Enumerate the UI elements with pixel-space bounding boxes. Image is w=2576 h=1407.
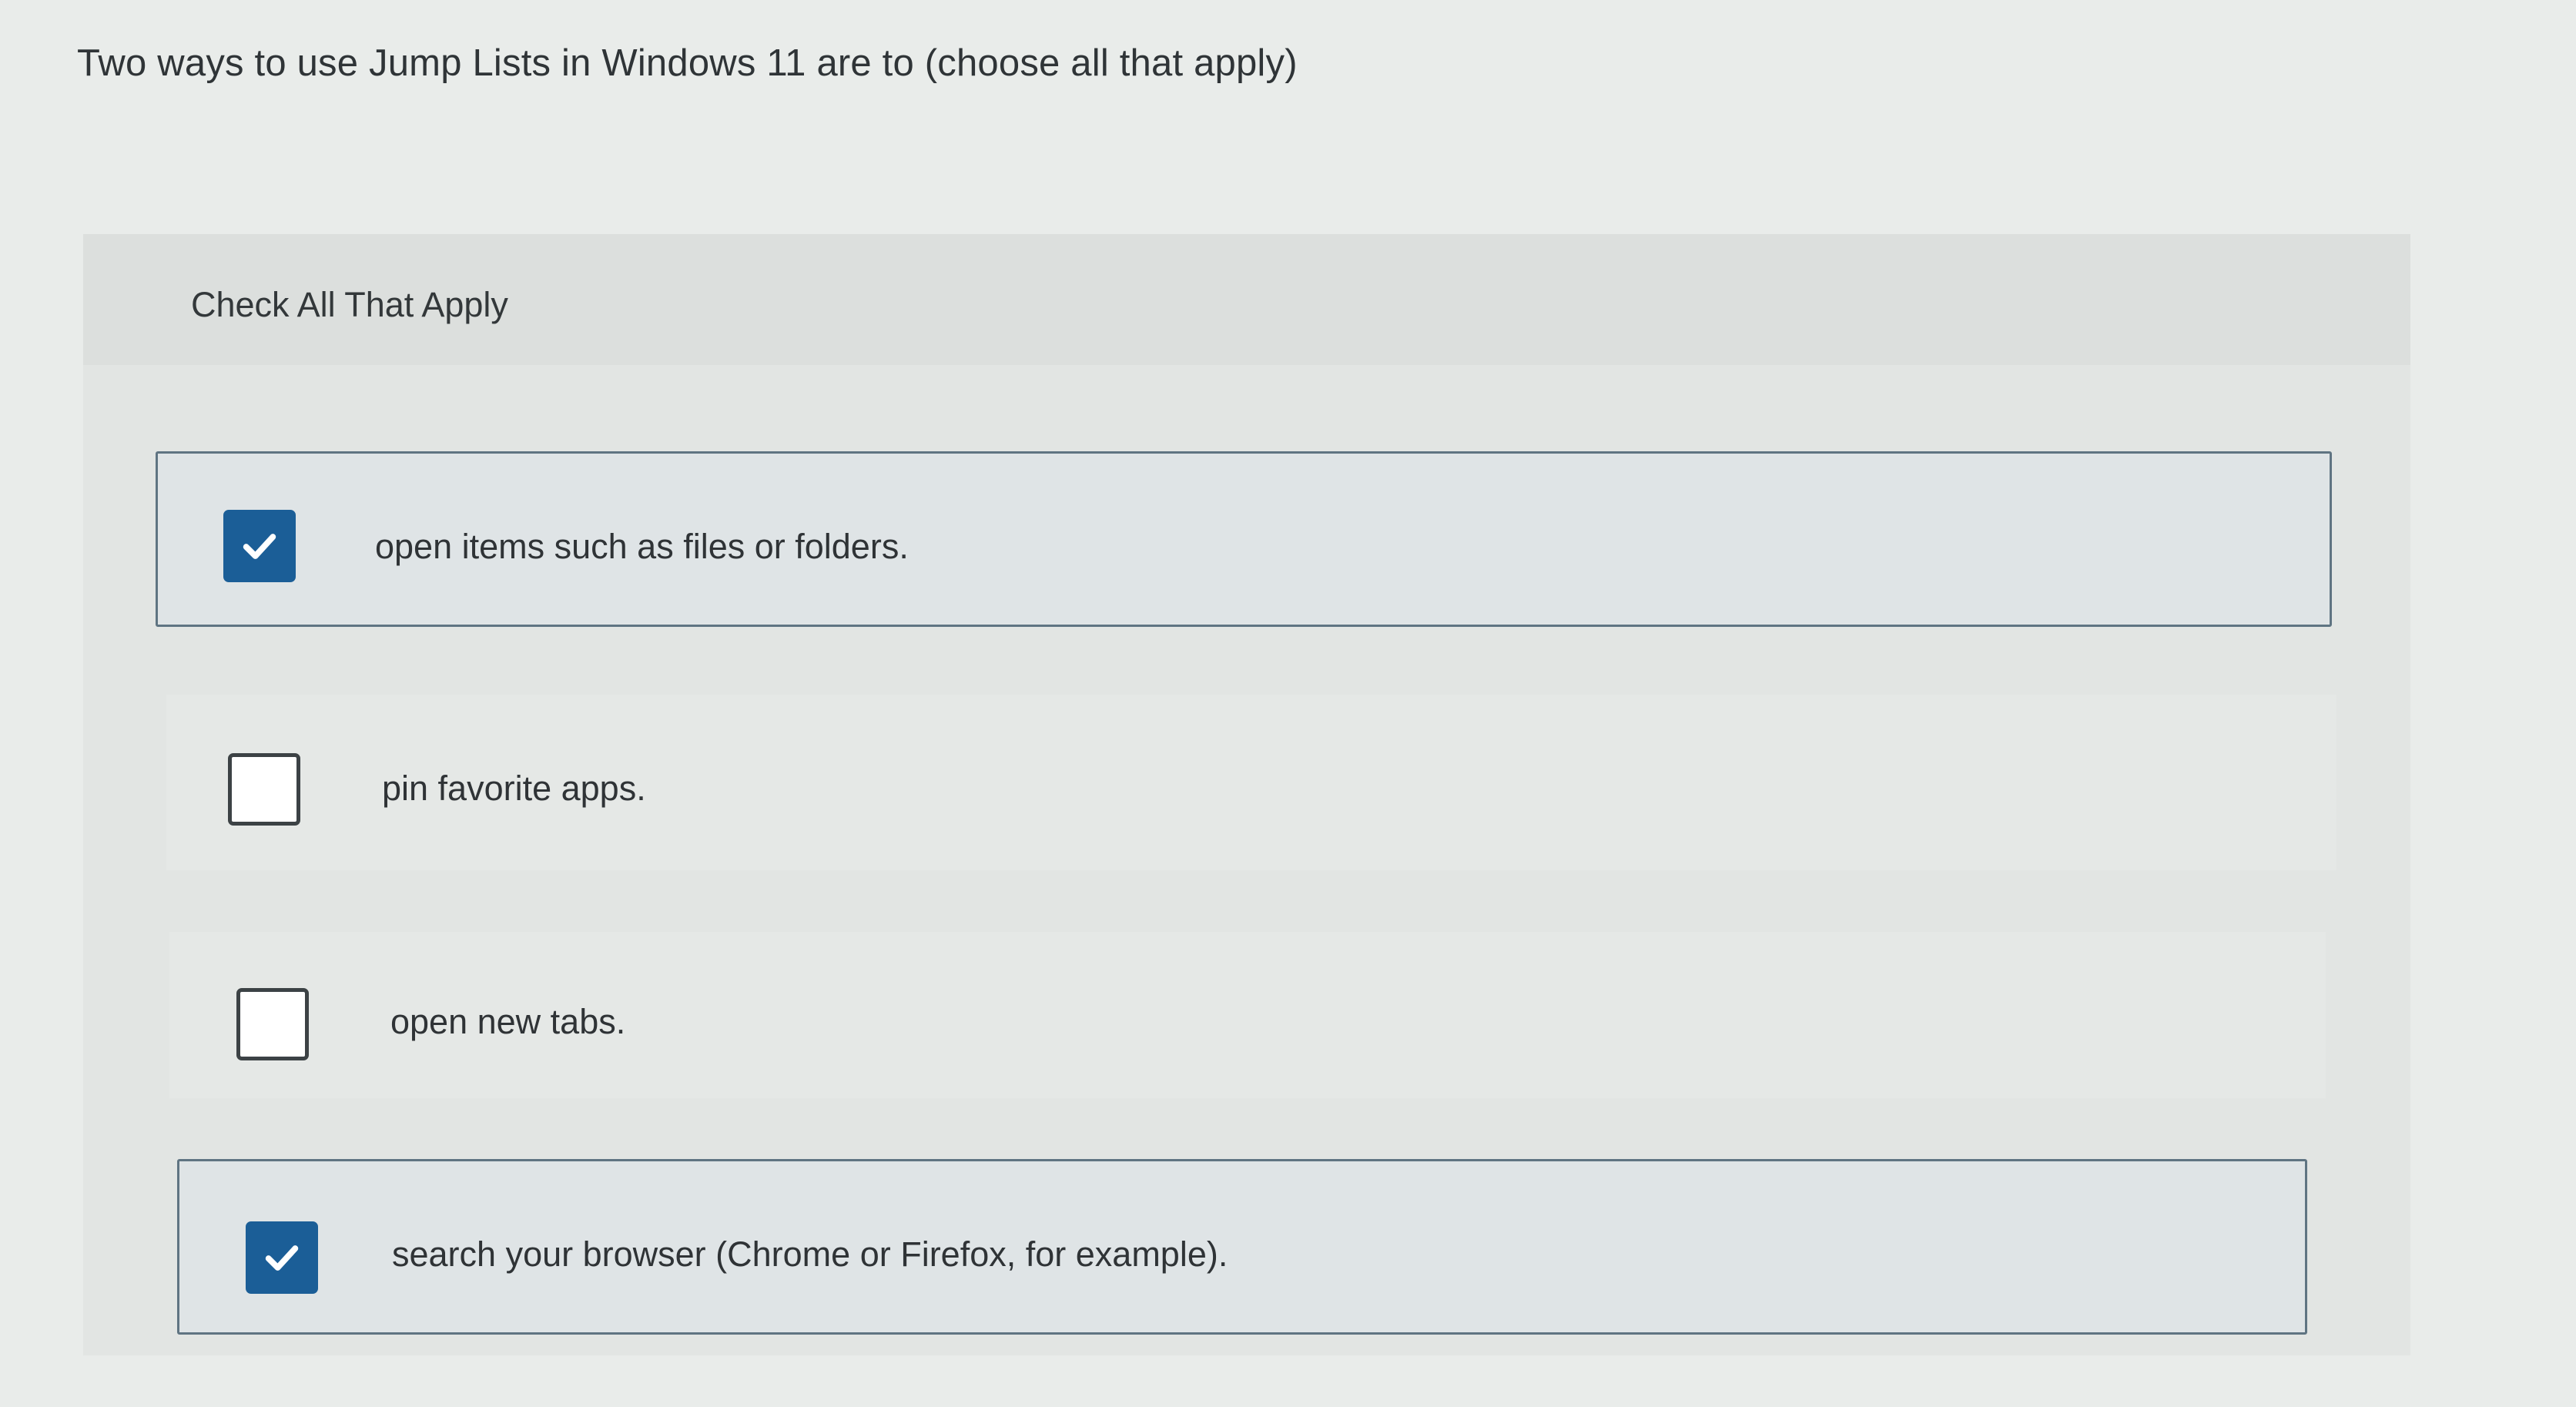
instructions-label: Check All That Apply	[191, 285, 508, 324]
checkbox-new-tabs[interactable]	[236, 988, 309, 1060]
option-label: pin favorite apps.	[382, 769, 646, 808]
checkbox-pin-apps[interactable]	[228, 753, 300, 826]
checkbox-open-items[interactable]	[223, 510, 296, 582]
option-open-items[interactable]: open items such as files or folders.	[156, 451, 2332, 627]
checkbox-search-browser[interactable]	[246, 1221, 318, 1294]
checkmark-icon	[265, 1245, 299, 1271]
option-search-browser[interactable]: search your browser (Chrome or Firefox, …	[177, 1159, 2307, 1335]
question-text: Two ways to use Jump Lists in Windows 11…	[77, 42, 1298, 84]
panel-header: Check All That Apply	[83, 234, 2410, 365]
option-new-tabs[interactable]: open new tabs.	[169, 932, 2326, 1098]
checkmark-icon	[243, 534, 276, 559]
option-label: open new tabs.	[390, 1002, 626, 1041]
option-label: open items such as files or folders.	[375, 527, 909, 566]
option-label: search your browser (Chrome or Firefox, …	[392, 1234, 1228, 1274]
option-pin-apps[interactable]: pin favorite apps.	[166, 695, 2336, 870]
